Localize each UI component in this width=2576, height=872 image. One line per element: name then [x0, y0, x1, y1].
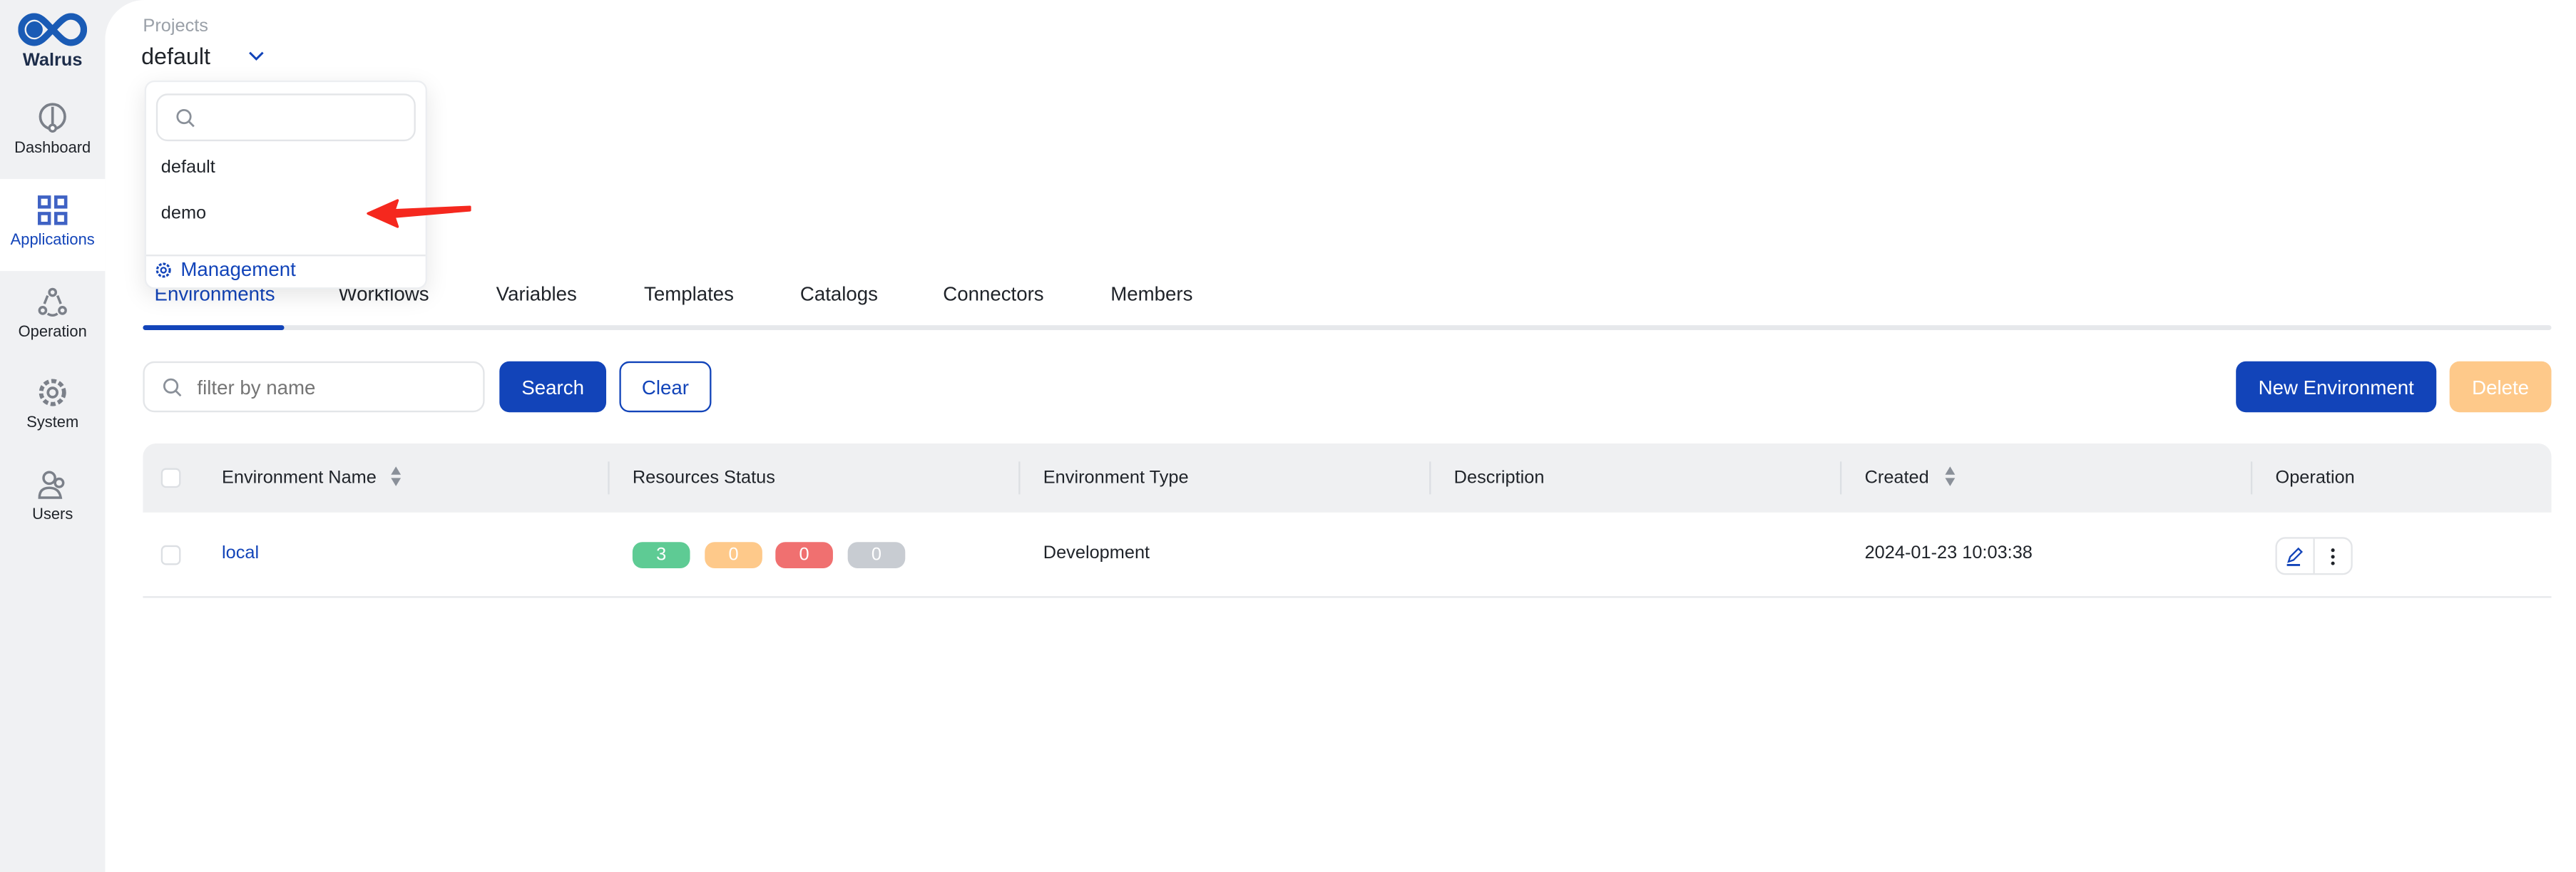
project-select[interactable]: default [141, 43, 272, 72]
status-badge-transitioning: 0 [705, 542, 762, 569]
dropdown-option-demo[interactable]: demo [161, 204, 206, 224]
sidebar-item-system[interactable]: System [0, 361, 105, 453]
walrus-logo[interactable]: Walrus [13, 13, 92, 72]
sidebar-item-label: System [26, 414, 79, 432]
filter-input-wrapper[interactable] [143, 361, 485, 413]
sort-icon[interactable] [1943, 466, 1956, 486]
more-vertical-icon [2331, 548, 2335, 565]
tab-members[interactable]: Members [1110, 282, 1192, 305]
status-badge-ready: 3 [632, 542, 690, 569]
sidebar-item-applications[interactable]: Applications [0, 179, 106, 272]
gear-icon [39, 379, 66, 406]
edit-button[interactable] [2277, 538, 2314, 573]
sidebar-item-label: Applications [10, 231, 95, 250]
column-separator [608, 461, 610, 495]
column-separator [2250, 461, 2253, 495]
delete-button[interactable]: Delete [2449, 361, 2552, 413]
column-created[interactable]: Created [1865, 468, 1929, 488]
sidebar-item-label: Dashboard [14, 139, 91, 158]
search-icon [176, 108, 195, 128]
management-link[interactable]: Management [155, 253, 296, 286]
search-icon [163, 378, 182, 397]
column-operation: Operation [2275, 468, 2355, 488]
projects-label: Projects [143, 16, 208, 36]
column-separator [1018, 461, 1021, 495]
column-separator [1840, 461, 1842, 495]
management-label: Management [180, 257, 296, 281]
environment-type: Development [1043, 543, 1150, 564]
select-all-checkbox[interactable] [160, 468, 181, 488]
dropdown-search-wrapper[interactable] [155, 93, 416, 142]
walrus-logo-icon [18, 13, 88, 46]
sidebar-item-dashboard[interactable]: Dashboard [0, 87, 105, 179]
main-panel [105, 0, 2576, 872]
clear-button[interactable]: Clear [619, 361, 712, 413]
environment-name-link[interactable]: local [222, 543, 259, 563]
dropdown-search-input[interactable] [207, 103, 404, 133]
chevron-down-icon [249, 51, 264, 61]
filter-input[interactable] [197, 372, 469, 403]
row-divider [143, 596, 2552, 598]
users-icon [38, 471, 65, 499]
table-header [143, 443, 2552, 513]
annotation-arrow-icon [367, 199, 471, 228]
more-button[interactable] [2314, 539, 2351, 573]
column-separator [1429, 461, 1431, 495]
tab-templates[interactable]: Templates [644, 282, 734, 305]
project-selected: default [141, 42, 210, 69]
tab-catalogs[interactable]: Catalogs [800, 282, 878, 305]
operation-button-group [2275, 537, 2353, 575]
column-environment-type: Environment Type [1043, 468, 1189, 488]
project-dropdown: default demo Management [144, 80, 427, 289]
tab-variables[interactable]: Variables [496, 282, 577, 305]
edit-icon [2287, 546, 2304, 565]
tab-bar-track [143, 325, 2552, 331]
grid-icon [37, 195, 68, 225]
column-resources-status: Resources Status [632, 468, 775, 488]
search-button[interactable]: Search [499, 361, 607, 413]
tab-active-indicator [143, 325, 285, 331]
sidebar-item-label: Users [32, 506, 73, 524]
sidebar-item-operation[interactable]: Operation [0, 271, 105, 363]
sidebar-item-users[interactable]: Users [0, 453, 105, 545]
column-description: Description [1453, 468, 1545, 488]
status-badge-error: 0 [775, 542, 833, 569]
sidebar-item-label: Operation [18, 323, 87, 342]
dashboard-icon [39, 103, 66, 133]
operation-icon [38, 287, 67, 317]
sort-icon[interactable] [389, 466, 402, 486]
gear-icon [155, 262, 171, 277]
status-badge-inactive: 0 [847, 542, 906, 569]
created-time: 2024-01-23 10:03:38 [1864, 543, 2033, 564]
column-environment-name[interactable]: Environment Name [222, 468, 377, 488]
logo-text: Walrus [22, 51, 83, 71]
new-environment-button[interactable]: New Environment [2236, 361, 2437, 413]
dropdown-option-default[interactable]: default [161, 158, 215, 178]
row-checkbox[interactable] [160, 545, 181, 565]
tab-connectors[interactable]: Connectors [943, 282, 1043, 305]
